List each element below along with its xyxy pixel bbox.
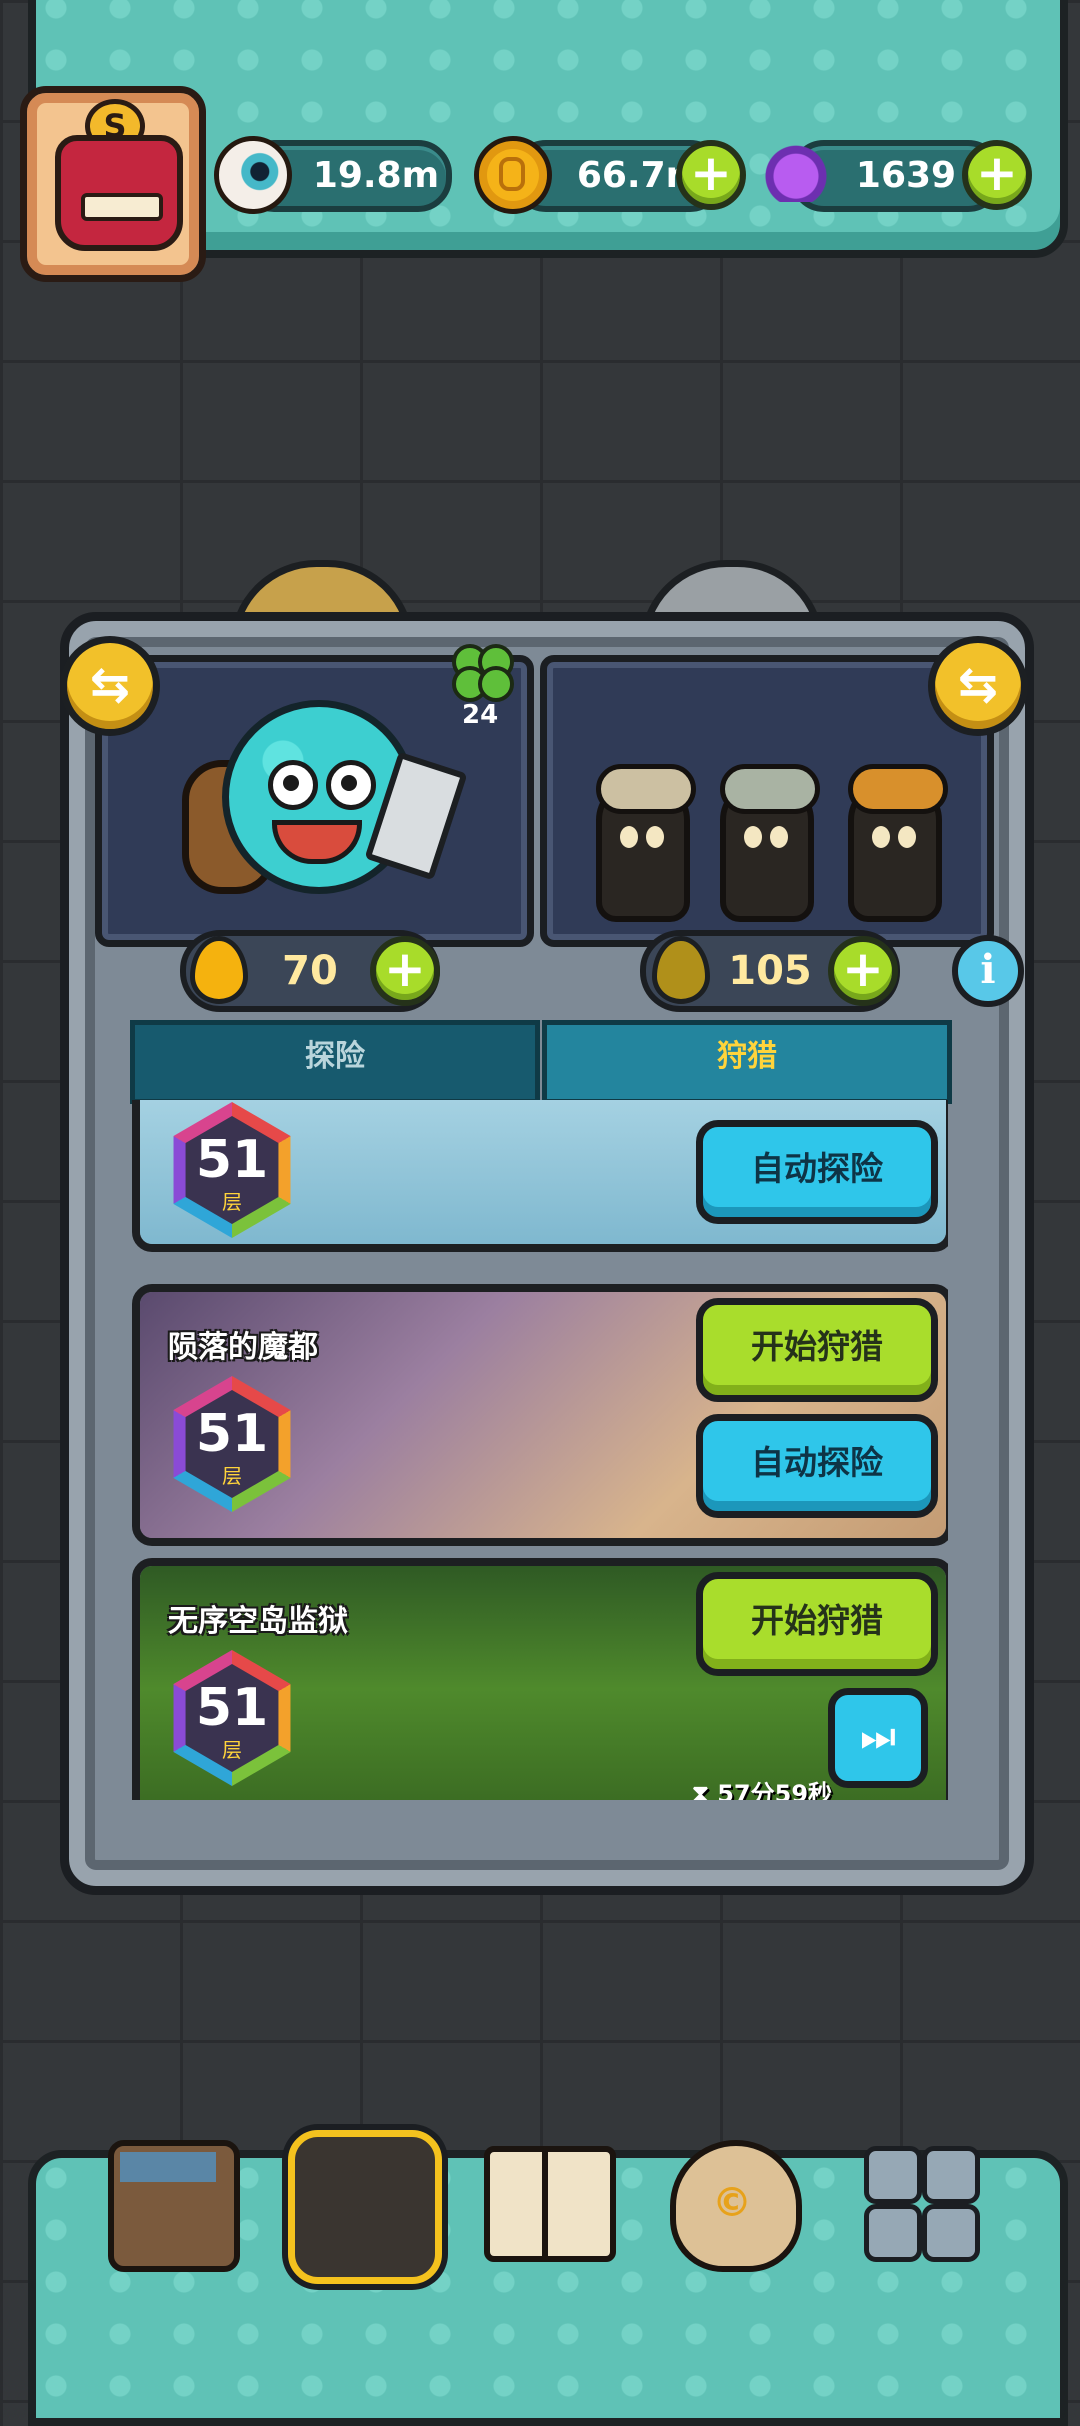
minion-eye <box>898 826 916 848</box>
level-list[interactable]: 51 层 自动探险 陨落的魔都 51 层 开始狩猎 自动探险 无序空岛监狱 51… <box>132 1100 948 1800</box>
minion-eye <box>770 826 788 848</box>
shop-icon[interactable] <box>108 2140 240 2272</box>
minion-hair <box>720 764 820 814</box>
hunt-timer-value: 57分59秒 <box>717 1780 833 1800</box>
tab-explore[interactable]: 探险 <box>130 1020 540 1104</box>
floor-unit: 层 <box>222 1738 242 1762</box>
floor-number: 51 <box>195 1130 269 1190</box>
dark-drop-amount: 105 <box>728 948 812 994</box>
level-name: 无序空岛监狱 <box>168 1604 348 1639</box>
menu-grid-icon[interactable] <box>858 2140 980 2262</box>
hunt-timer: ⧗ 57分59秒 <box>692 1774 832 1800</box>
floor-number: 51 <box>195 1404 269 1464</box>
floor-unit: 层 <box>222 1190 242 1214</box>
minion-eye <box>744 826 762 848</box>
gold-drop-amount: 70 <box>282 948 338 994</box>
info-button[interactable]: i <box>952 935 1024 1007</box>
skip-timer-button[interactable]: ⏭ <box>828 1688 928 1788</box>
hunt-icon[interactable] <box>288 2130 442 2284</box>
coin-icon <box>474 136 552 214</box>
avatar-face-icon <box>55 135 183 251</box>
minion-eye <box>646 826 664 848</box>
eyeball-icon <box>214 136 292 214</box>
auto-explore-button[interactable]: 自动探险 <box>696 1120 938 1224</box>
level-card-sky-prison: 无序空岛监狱 51 层 开始狩猎 ⏭ ⧗ 57分59秒 <box>132 1558 948 1800</box>
floor-number: 51 <box>195 1678 269 1738</box>
add-coins-button[interactable]: + <box>676 140 746 210</box>
eyeball-amount: 19.8m <box>312 155 440 196</box>
potion-amount: 1639 <box>855 155 957 196</box>
minion-hair <box>596 764 696 814</box>
enemy-minion[interactable] <box>596 764 696 922</box>
avatar-teeth <box>81 193 163 221</box>
add-dark-drops-button[interactable]: + <box>828 936 898 1006</box>
floor-unit: 层 <box>222 1464 242 1488</box>
enemy-minion[interactable] <box>720 764 820 922</box>
level-card-ice: 51 层 自动探险 <box>132 1100 948 1252</box>
minion-crown <box>848 764 948 814</box>
minion-eye <box>620 826 638 848</box>
clover-count: 24 <box>462 700 499 730</box>
auto-explore-button[interactable]: 自动探险 <box>696 1414 938 1518</box>
add-potions-button[interactable]: + <box>962 140 1032 210</box>
level-card-fallen-city: 陨落的魔都 51 层 开始狩猎 自动探险 <box>132 1284 948 1546</box>
mode-tabs: 探险 狩猎 <box>130 1020 952 1104</box>
start-hunt-button[interactable]: 开始狩猎 <box>696 1572 938 1676</box>
money-bag-icon[interactable] <box>670 2140 802 2272</box>
player-avatar[interactable]: S <box>20 86 206 282</box>
swap-right-button[interactable]: ⇆ <box>928 636 1028 736</box>
enemy-chief[interactable] <box>848 764 948 922</box>
add-gold-drops-button[interactable]: + <box>370 936 440 1006</box>
codex-icon[interactable] <box>484 2146 616 2262</box>
swap-left-button[interactable]: ⇆ <box>60 636 160 736</box>
start-hunt-button[interactable]: 开始狩猎 <box>696 1298 938 1402</box>
level-name: 陨落的魔都 <box>168 1330 318 1365</box>
tab-hunt[interactable]: 狩猎 <box>542 1020 952 1104</box>
monster-eye-right <box>326 760 376 810</box>
minion-eye <box>872 826 890 848</box>
potion-icon <box>762 134 830 202</box>
monster-eye-left <box>268 760 318 810</box>
